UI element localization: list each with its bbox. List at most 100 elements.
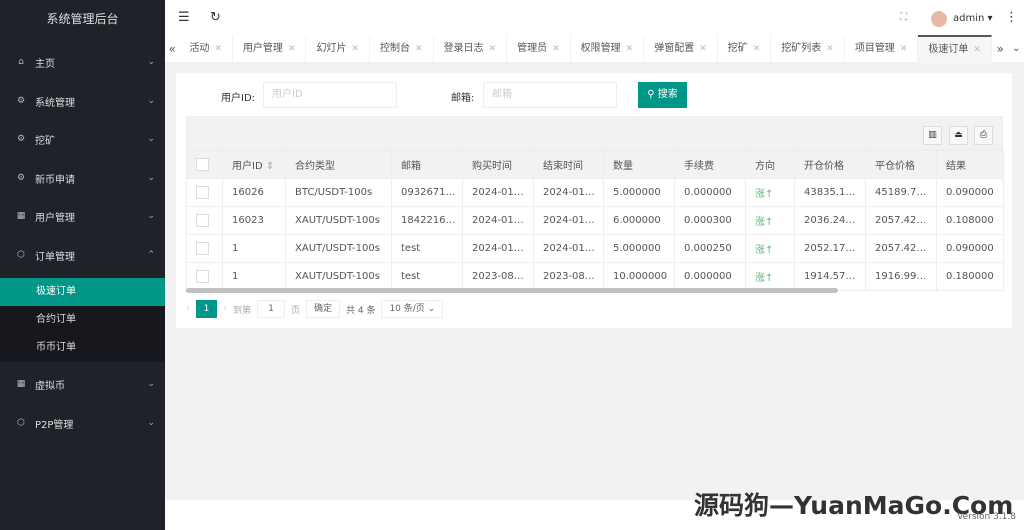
row-checkbox[interactable] bbox=[196, 214, 209, 227]
user-menu[interactable]: admin ▾ bbox=[953, 13, 993, 24]
tab-item[interactable]: 项目管理 ✕ bbox=[845, 34, 919, 63]
tab-item[interactable]: 用户管理 ✕ bbox=[233, 34, 307, 63]
close-icon[interactable]: ✕ bbox=[288, 44, 296, 54]
tab-item[interactable]: 管理员 ✕ bbox=[507, 34, 571, 63]
close-icon[interactable]: ✕ bbox=[351, 44, 359, 54]
tab-item[interactable]: 挖矿列表 ✕ bbox=[771, 34, 845, 63]
table-cell: 1842216… bbox=[391, 206, 463, 235]
horizontal-scrollbar[interactable] bbox=[186, 288, 838, 293]
next-page-icon[interactable]: › bbox=[223, 304, 227, 314]
sidebar-item[interactable]: ⬡ 订单管理 ⌃ bbox=[0, 237, 165, 273]
tab-item[interactable]: 弹窗配置 ✕ bbox=[644, 34, 718, 63]
close-icon[interactable]: ✕ bbox=[699, 44, 707, 54]
tab-item[interactable]: 挖矿 ✕ bbox=[718, 34, 772, 63]
gear-icon: ⚙ bbox=[16, 96, 26, 106]
submenu-item[interactable]: 合约订单 bbox=[0, 306, 165, 334]
sidebar-item[interactable]: ▦ 虚拟币 ⌄ bbox=[0, 366, 165, 402]
table-cell: 涨↑ bbox=[745, 234, 795, 263]
table-row: 16026 BTC/USDT-100s 0932671… 2024-01… 2024-0… bbox=[186, 178, 1004, 207]
sidebar-item[interactable]: ⬡ P2P管理 ⌄ bbox=[0, 405, 165, 441]
sidebar-item[interactable]: ⚙ 新币申请 ⌄ bbox=[0, 160, 165, 196]
version: Version 3.1.8 bbox=[957, 512, 1016, 522]
table-cell: 0.000000 bbox=[674, 262, 746, 291]
tab-item[interactable]: 活动 ✕ bbox=[179, 34, 233, 63]
table-cell: 0.090000 bbox=[936, 178, 1004, 207]
sidebar-item-label: 用户管理 bbox=[35, 212, 75, 224]
sidebar: 系统管理后台 ⌂ 主页 ⌄ ⚙ 系统管理 ⌄ ⚙ 挖矿 ⌄ ⚙ 新币申请 ⌄ ▦ 用户管理 ⌄ ⬡ 订单管理 ⌃ ▦… bbox=[0, 0, 165, 530]
close-icon[interactable]: ✕ bbox=[626, 44, 634, 54]
tabs-scroll-left-icon[interactable]: « bbox=[165, 42, 179, 56]
chevron-up-icon: ⌃ bbox=[147, 250, 155, 260]
close-icon[interactable]: ✕ bbox=[214, 44, 222, 54]
tab-item[interactable]: 极速订单 ✕ bbox=[918, 34, 992, 63]
search-button[interactable]: ⚲ 搜索 bbox=[638, 82, 687, 108]
tab-item[interactable]: 权限管理 ✕ bbox=[571, 34, 645, 63]
sidebar-item-label: 新币申请 bbox=[35, 174, 75, 186]
table-cell: 涨↑ bbox=[745, 206, 795, 235]
close-icon[interactable]: ✕ bbox=[900, 44, 908, 54]
page-1[interactable]: 1 bbox=[195, 300, 218, 318]
table-cell: test bbox=[391, 262, 463, 291]
table-row: 1 XAUT/USDT-100s test 2023-08… 2023-08… 10.00… bbox=[186, 262, 1004, 291]
tabs-dropdown-icon[interactable]: ⌄ bbox=[1009, 43, 1024, 54]
close-icon[interactable]: ✕ bbox=[973, 45, 981, 55]
sidebar-item[interactable]: ▦ 用户管理 ⌄ bbox=[0, 198, 165, 234]
sidebar-item-label: 主页 bbox=[35, 58, 55, 70]
table-cell: 2024-01… bbox=[462, 206, 534, 235]
table-cell: 0.000300 bbox=[674, 206, 746, 235]
avatar[interactable] bbox=[931, 11, 947, 27]
column-header: 合约类型 bbox=[285, 150, 392, 179]
submenu-item[interactable]: 极速订单 bbox=[0, 278, 165, 306]
table-cell: 10.000000 bbox=[603, 262, 675, 291]
email-input[interactable]: 邮箱 bbox=[483, 82, 617, 108]
row-checkbox[interactable] bbox=[196, 270, 209, 283]
row-checkbox[interactable] bbox=[196, 242, 209, 255]
table-cell: 5.000000 bbox=[603, 178, 675, 207]
select-all-checkbox[interactable] bbox=[196, 158, 209, 171]
submenu-item[interactable]: 币币订单 bbox=[0, 334, 165, 362]
tab-label: 登录日志 bbox=[443, 42, 484, 54]
tab-item[interactable]: 登录日志 ✕ bbox=[434, 34, 508, 63]
close-icon[interactable]: ✕ bbox=[552, 44, 560, 54]
column-header-label: 结果 bbox=[946, 161, 966, 172]
tab-item[interactable]: 幻灯片 ✕ bbox=[306, 34, 371, 63]
uid-input[interactable]: 用户ID bbox=[263, 82, 397, 108]
table-cell: 6.000000 bbox=[603, 206, 675, 235]
row-checkbox-cell bbox=[186, 234, 223, 263]
tab-item[interactable]: 控制台 ✕ bbox=[370, 34, 434, 63]
table-cell: XAUT/USDT-100s bbox=[285, 234, 392, 263]
tabs-scroll-right-icon[interactable]: » bbox=[992, 42, 1009, 56]
table-cell: 涨↑ bbox=[745, 262, 795, 291]
page-unit: 页 bbox=[290, 305, 300, 316]
close-icon[interactable]: ✕ bbox=[489, 44, 497, 54]
sidebar-item[interactable]: ⌂ 主页 ⌄ bbox=[0, 44, 165, 80]
print-icon[interactable]: ⎙ bbox=[974, 126, 993, 145]
goto-confirm-button[interactable]: 确定 bbox=[305, 300, 340, 318]
more-icon[interactable]: ⋮ bbox=[1005, 10, 1018, 25]
fullscreen-icon[interactable]: ⛶ bbox=[900, 12, 907, 23]
table-cell: 1916.99… bbox=[865, 262, 937, 291]
table-cell: 16026 bbox=[222, 178, 286, 207]
tab-label: 挖矿列表 bbox=[781, 42, 822, 54]
prev-page-icon[interactable]: ‹ bbox=[186, 304, 190, 314]
sort-icon[interactable]: ⇕ bbox=[263, 161, 274, 172]
tab-label: 权限管理 bbox=[580, 42, 621, 54]
sidebar-item[interactable]: ⚙ 系统管理 ⌄ bbox=[0, 83, 165, 119]
refresh-icon[interactable]: ↻ bbox=[210, 10, 221, 25]
tab-label: 极速订单 bbox=[928, 43, 969, 55]
close-icon[interactable]: ✕ bbox=[826, 44, 834, 54]
page-size-select[interactable]: 10 条/页 ⌄ bbox=[381, 300, 444, 318]
menu-toggle-icon[interactable]: ☰ bbox=[178, 10, 190, 25]
export-icon[interactable]: ⏏ bbox=[949, 126, 968, 145]
gear-icon: ⚙ bbox=[16, 173, 26, 183]
column-header-label: 开仓价格 bbox=[804, 161, 844, 172]
row-checkbox[interactable] bbox=[196, 186, 209, 199]
close-icon[interactable]: ✕ bbox=[753, 44, 761, 54]
goto-page-input[interactable]: 1 bbox=[256, 300, 285, 318]
gear-icon: ⚙ bbox=[16, 134, 26, 144]
chevron-down-icon: ⌄ bbox=[147, 418, 155, 428]
sidebar-item[interactable]: ⚙ 挖矿 ⌄ bbox=[0, 121, 165, 157]
columns-filter-icon[interactable]: ▥ bbox=[923, 126, 942, 145]
table-cell: 2024-01… bbox=[533, 178, 604, 207]
close-icon[interactable]: ✕ bbox=[415, 44, 423, 54]
